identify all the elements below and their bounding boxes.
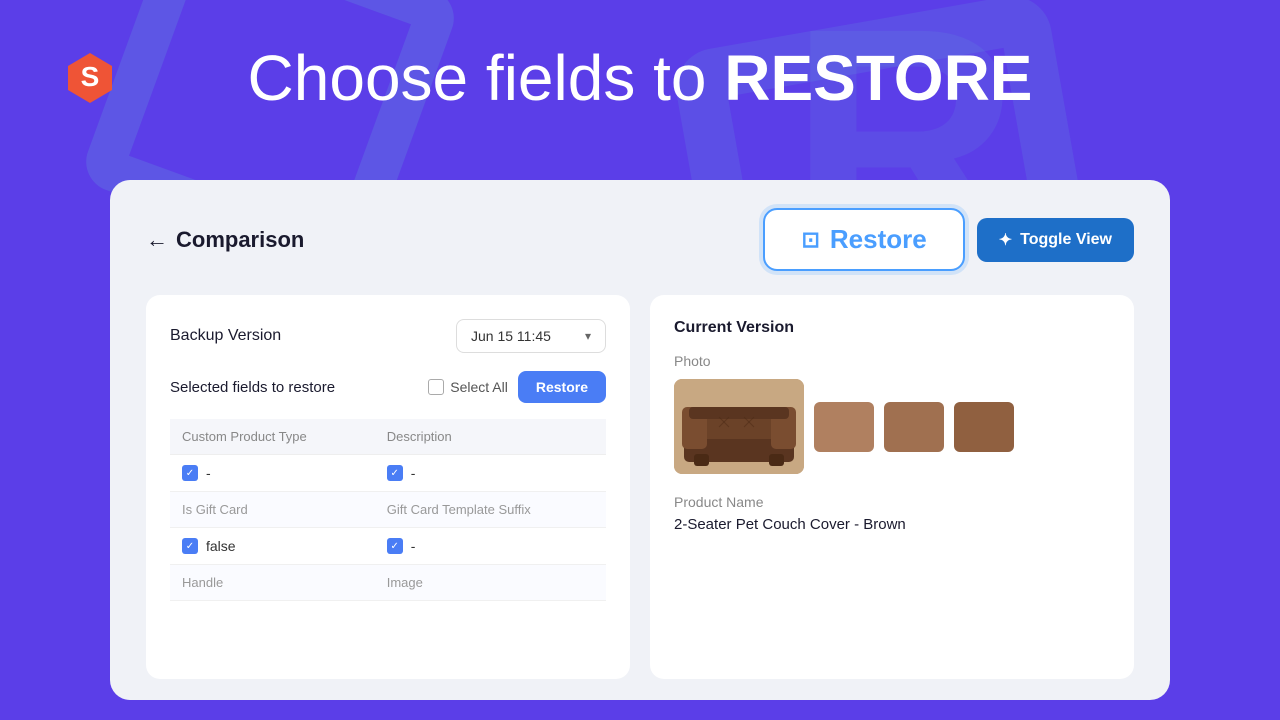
fields-row: Selected fields to restore Select All Re…	[170, 371, 606, 403]
handle-label: Handle	[170, 565, 375, 601]
col2-cell: ✓ -	[375, 455, 606, 492]
restore-main-label: Restore	[830, 224, 927, 255]
image-label: Image	[375, 565, 606, 601]
backup-version-row: Backup Version Jun 15 11:45 ▾	[170, 319, 606, 353]
gift-card-label: Is Gift Card	[170, 492, 375, 528]
toggle-view-label: Toggle View	[1020, 231, 1112, 249]
chevron-down-icon: ▾	[585, 329, 591, 343]
columns-layout: Backup Version Jun 15 11:45 ▾ Selected f…	[146, 295, 1134, 679]
gift-card-suffix-label: Gift Card Template Suffix	[375, 492, 606, 528]
gift-col1-cell: ✓ false	[170, 528, 375, 565]
back-link-label: Comparison	[176, 227, 304, 253]
toggle-icon: ✦	[999, 230, 1012, 250]
thumb-photo-1	[814, 402, 874, 452]
version-value: Jun 15 11:45	[471, 328, 551, 344]
col1-cell: ✓ -	[170, 455, 375, 492]
select-all-wrap: Select All	[428, 379, 508, 395]
card-header: ← Comparison ⊡ Restore ✦ Toggle View	[146, 208, 1134, 271]
table-row: ✓ false ✓ -	[170, 528, 606, 565]
product-name-value: 2-Seater Pet Couch Cover - Brown	[674, 516, 1110, 533]
restore-small-button[interactable]: Restore	[518, 371, 606, 403]
checked-checkbox[interactable]: ✓	[182, 538, 198, 554]
select-all-label: Select All	[450, 379, 508, 395]
back-link[interactable]: ← Comparison	[146, 227, 304, 253]
cell-check-wrap: ✓ false	[182, 538, 363, 554]
col2-value: -	[411, 465, 416, 481]
col2-header: Description	[375, 419, 606, 455]
col1-value: -	[206, 465, 211, 481]
restore-main-button[interactable]: ⊡ Restore	[763, 208, 964, 271]
thumb-photo-2	[884, 402, 944, 452]
gift-col2-cell: ✓ -	[375, 528, 606, 565]
product-name-label: Product Name	[674, 494, 1110, 510]
gift-col1-value: false	[206, 538, 236, 554]
cell-check-wrap: ✓ -	[387, 538, 594, 554]
restore-small-label: Restore	[536, 379, 588, 395]
version-select-dropdown[interactable]: Jun 15 11:45 ▾	[456, 319, 606, 353]
select-all-checkbox[interactable]	[428, 379, 444, 395]
backup-version-label: Backup Version	[170, 327, 281, 345]
thumb-photo-3	[954, 402, 1014, 452]
header-actions: ⊡ Restore ✦ Toggle View	[763, 208, 1134, 271]
col1-header: Custom Product Type	[170, 419, 375, 455]
page-title: Choose fields to RESTORE	[60, 41, 1220, 115]
page-header: S Choose fields to RESTORE	[0, 0, 1280, 155]
table-row: ✓ - ✓ -	[170, 455, 606, 492]
title-normal-text: Choose fields to	[248, 42, 725, 114]
checked-checkbox[interactable]: ✓	[387, 465, 403, 481]
fields-actions: Select All Restore	[428, 371, 606, 403]
cell-check-wrap: ✓ -	[387, 465, 594, 481]
table-row: Is Gift Card Gift Card Template Suffix	[170, 492, 606, 528]
fields-table: Custom Product Type Description ✓ -	[170, 419, 606, 601]
cell-check-wrap: ✓ -	[182, 465, 363, 481]
photos-row	[674, 379, 1110, 474]
title-bold-text: RESTORE	[724, 42, 1032, 114]
back-arrow-icon: ←	[146, 227, 168, 253]
checked-checkbox[interactable]: ✓	[182, 465, 198, 481]
current-version-title: Current Version	[674, 319, 1110, 337]
toggle-view-button[interactable]: ✦ Toggle View	[977, 218, 1134, 262]
right-panel: Current Version Photo	[650, 295, 1134, 679]
main-card: ← Comparison ⊡ Restore ✦ Toggle View Bac…	[110, 180, 1170, 700]
table-header-row: Custom Product Type Description	[170, 419, 606, 455]
left-panel: Backup Version Jun 15 11:45 ▾ Selected f…	[146, 295, 630, 679]
main-product-photo	[674, 379, 804, 474]
gift-col2-value: -	[411, 538, 416, 554]
table-row: Handle Image	[170, 565, 606, 601]
fields-label: Selected fields to restore	[170, 379, 335, 396]
checked-checkbox[interactable]: ✓	[387, 538, 403, 554]
photo-label: Photo	[674, 353, 1110, 369]
restore-icon: ⊡	[801, 227, 819, 253]
